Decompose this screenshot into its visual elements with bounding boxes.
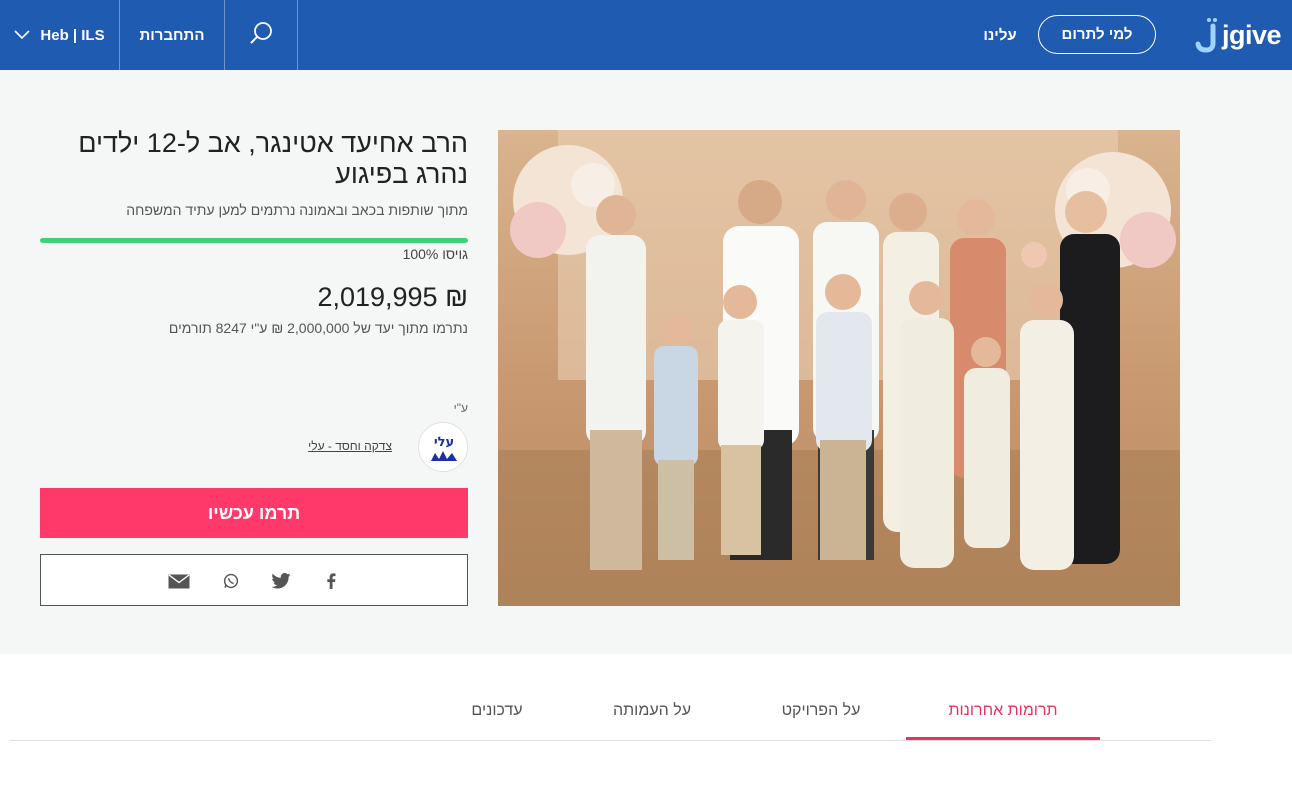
tab-updates[interactable]: עדכונים	[440, 696, 554, 740]
chevron-down-icon	[14, 27, 30, 44]
tab-recent-donations[interactable]: תרומות אחרונות	[906, 696, 1100, 740]
logo-wordmark: jgive	[1222, 19, 1282, 50]
facebook-icon[interactable]	[319, 569, 343, 593]
share-bar	[40, 554, 468, 606]
whatsapp-icon[interactable]	[219, 569, 243, 593]
twitter-icon[interactable]	[269, 569, 293, 593]
funding-progress-bar	[40, 238, 468, 243]
search-button[interactable]	[225, 0, 297, 70]
jgive-j-icon	[1195, 17, 1221, 53]
campaign-subtitle: מתוך שותפות בכאב ובאמונה נרתמים למען עתי…	[126, 202, 468, 218]
tab-about-project[interactable]: על הפרויקט	[742, 696, 900, 740]
lang-currency-label: Heb | ILS	[40, 26, 105, 44]
org-logo-text: עלי	[434, 435, 454, 450]
divider	[297, 0, 298, 70]
campaign-tabs: תרומות אחרונות על הפרויקט על העמותה עדכו…	[10, 680, 1211, 741]
organization-logo[interactable]: עלי	[418, 422, 468, 472]
search-icon	[248, 20, 274, 50]
by-label: ע"י	[453, 401, 468, 415]
funded-percent: גויסו 100%	[402, 246, 468, 262]
jgive-logo[interactable]: jgive	[1195, 14, 1287, 56]
login-link[interactable]: התחברות	[120, 0, 224, 70]
email-icon[interactable]	[167, 569, 191, 593]
progress-fill	[40, 238, 468, 243]
organization-link[interactable]: צדקה וחסד - עלי	[240, 439, 392, 453]
tab-about-organization[interactable]: על העמותה	[582, 696, 722, 740]
about-link[interactable]: עלינו	[970, 0, 1030, 70]
top-nav-bar: Heb | ILS התחברות עלינו למי לתרום jgive	[0, 0, 1292, 70]
goal-summary: נתרמו מתוך יעד של 2,000,000 ₪ ע"י 8247 ת…	[168, 320, 468, 336]
who-to-donate-button[interactable]: למי לתרום	[1038, 15, 1156, 54]
campaign-hero: הרב אחיעד אטינגר, אב ל-12 ילדים נהרג בפי…	[0, 70, 1292, 654]
donate-now-button[interactable]: תרמו עכשיו	[40, 488, 468, 538]
campaign-title: הרב אחיעד אטינגר, אב ל-12 ילדים נהרג בפי…	[78, 128, 468, 189]
language-currency-selector[interactable]: Heb | ILS	[0, 0, 119, 70]
campaign-photo	[498, 130, 1180, 606]
raised-amount: ₪ 2,019,995	[317, 282, 468, 312]
